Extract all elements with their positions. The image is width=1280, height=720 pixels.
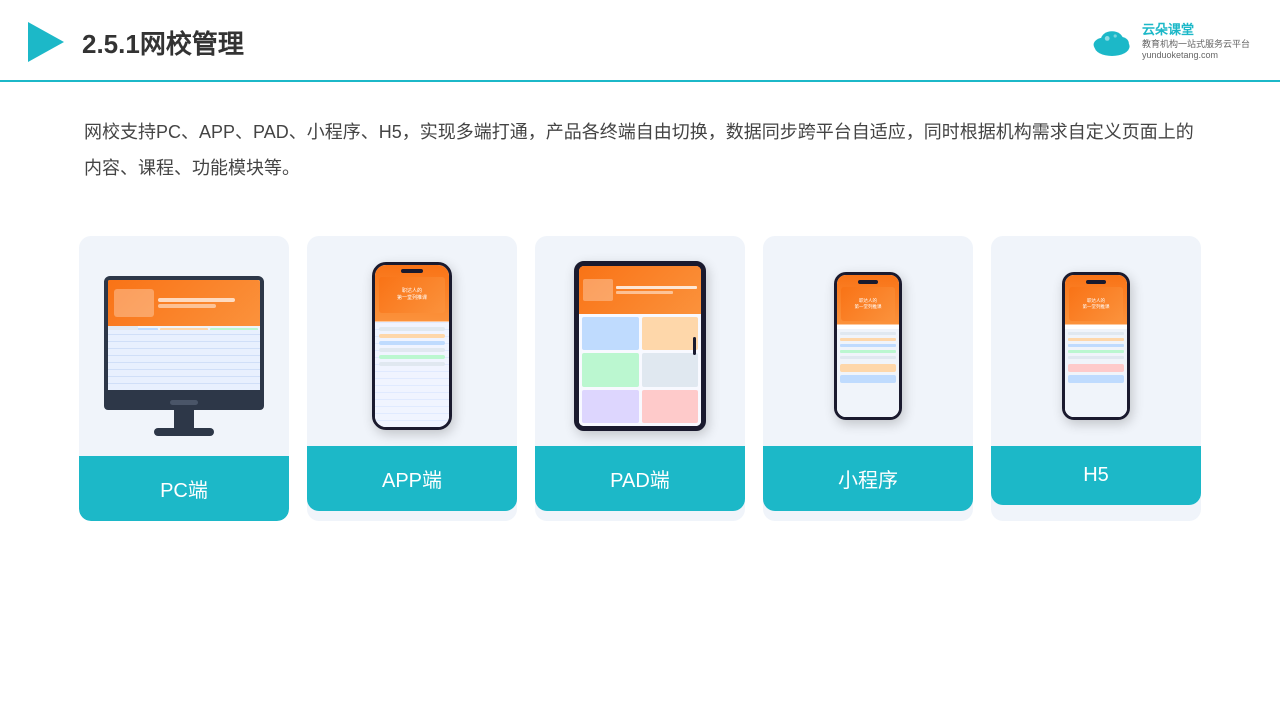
page-title: 2.5.1网校管理 — [82, 24, 244, 61]
header: 2.5.1网校管理 云朵课堂 教育机构一站式服务云平台 yunduoketang… — [0, 0, 1280, 82]
banner-line2 — [158, 304, 216, 308]
app-banner-text: 职达人的第一堂列推课 — [397, 288, 427, 302]
t-line1 — [616, 286, 697, 289]
logo-domain: yunduoketang.com — [1142, 50, 1218, 62]
ml5 — [840, 356, 896, 359]
hl2 — [1068, 338, 1124, 341]
grid-cell-4 — [110, 359, 158, 388]
h5-screen-banner: 职达人的第一堂列推课 — [1069, 287, 1123, 321]
hl3 — [1068, 344, 1124, 347]
ml7 — [840, 375, 896, 383]
grid-cell-1 — [110, 328, 158, 357]
monitor-stand — [174, 410, 194, 428]
banner-img — [114, 289, 154, 317]
line1 — [379, 327, 445, 331]
card-mini-label: 小程序 — [763, 446, 973, 511]
card-mini-image: 职达人的第一堂列推课 — [763, 236, 973, 446]
hl4 — [1068, 350, 1124, 353]
banner-line1 — [158, 298, 235, 302]
card-pc-image — [79, 236, 289, 456]
hl6 — [1068, 364, 1124, 372]
t-cell-5 — [582, 390, 639, 423]
hl5 — [1068, 356, 1124, 359]
mini-banner-text: 职达人的第一堂列推课 — [855, 298, 882, 311]
card-miniprogram: 职达人的第一堂列推课 — [763, 236, 973, 521]
tablet-content — [579, 314, 701, 426]
ml6 — [840, 364, 896, 372]
h5-content — [1065, 329, 1127, 417]
line3 — [379, 341, 445, 345]
card-pc-label: PC端 — [79, 456, 289, 521]
t-cell-1 — [582, 317, 639, 350]
monitor-display — [108, 280, 260, 390]
grid-cell-2 — [160, 328, 208, 357]
hl1 — [1068, 332, 1124, 335]
grid-cell-6 — [210, 359, 258, 388]
mini-content — [837, 329, 899, 417]
mini-screen-banner: 职达人的第一堂列推课 — [841, 287, 895, 321]
card-app-label: APP端 — [307, 446, 517, 511]
line6 — [379, 362, 445, 366]
description-text: 网校支持PC、APP、PAD、小程序、H5，实现多端打通，产品各终端自由切换，数… — [0, 82, 1280, 196]
monitor-screen — [104, 276, 264, 394]
cards-container: PC端 职达人的第一堂列推课 — [0, 206, 1280, 551]
banner-text-area — [158, 298, 254, 308]
logo-text: 云朵课堂 教育机构一站式服务云平台 yunduoketang.com — [1142, 22, 1250, 62]
ml1 — [840, 332, 896, 335]
pad-tablet-screen — [579, 266, 701, 426]
t-cell-4 — [642, 353, 699, 386]
t-cell-6 — [642, 390, 699, 423]
mini-phone-mockup: 职达人的第一堂列推课 — [834, 272, 902, 420]
app-phone-mockup: 职达人的第一堂列推课 — [372, 262, 452, 430]
t-cell-3 — [582, 353, 639, 386]
card-app-image: 职达人的第一堂列推课 — [307, 236, 517, 446]
monitor-base — [154, 428, 214, 436]
h5-lines — [1065, 329, 1127, 386]
line4 — [379, 348, 445, 352]
monitor-bottom-bar — [104, 394, 264, 410]
logo-area: 云朵课堂 教育机构一站式服务云平台 yunduoketang.com — [1088, 22, 1250, 62]
app-screen-lines — [379, 327, 445, 423]
ml3 — [840, 344, 896, 347]
app-phone-screen: 职达人的第一堂列推课 — [375, 265, 449, 427]
h5-phone-screen: 职达人的第一堂列推课 — [1065, 275, 1127, 417]
card-h5-label: H5 — [991, 446, 1201, 505]
card-pad-label: PAD端 — [535, 446, 745, 511]
pc-monitor-mockup — [104, 276, 264, 436]
card-app: 职达人的第一堂列推课 APP端 — [307, 236, 517, 521]
card-h5: 职达人的第一堂列推课 — [991, 236, 1201, 521]
ml4 — [840, 350, 896, 353]
tablet-header — [579, 266, 701, 314]
tablet-text — [616, 286, 697, 294]
logo-name: 云朵课堂 — [1142, 22, 1194, 39]
tablet-img — [583, 279, 613, 301]
ml2 — [840, 338, 896, 341]
header-left: 2.5.1网校管理 — [20, 18, 244, 66]
grid-cell-3 — [210, 328, 258, 357]
card-pad-image — [535, 236, 745, 446]
card-pad: PAD端 — [535, 236, 745, 521]
monitor-banner — [108, 280, 260, 326]
mini-lines — [837, 329, 899, 386]
card-h5-image: 职达人的第一堂列推课 — [991, 236, 1201, 446]
h5-phone-mockup: 职达人的第一堂列推课 — [1062, 272, 1130, 420]
card-pc: PC端 — [79, 236, 289, 521]
logo-tagline: 教育机构一站式服务云平台 — [1142, 39, 1250, 51]
mini-phone-screen: 职达人的第一堂列推课 — [837, 275, 899, 417]
logo-icon — [1088, 23, 1136, 61]
monitor-sidebar — [108, 326, 138, 390]
grid-cell-5 — [160, 359, 208, 388]
h5-banner-text: 职达人的第一堂列推课 — [1083, 298, 1110, 311]
pad-tablet-mockup — [574, 261, 706, 431]
play-icon — [20, 18, 68, 66]
hl7 — [1068, 375, 1124, 383]
line5 — [379, 355, 445, 359]
monitor-grid — [108, 326, 260, 390]
app-screen-banner: 职达人的第一堂列推课 — [379, 277, 445, 313]
t-line2 — [616, 291, 673, 294]
line2 — [379, 334, 445, 338]
t-cell-2 — [642, 317, 699, 350]
